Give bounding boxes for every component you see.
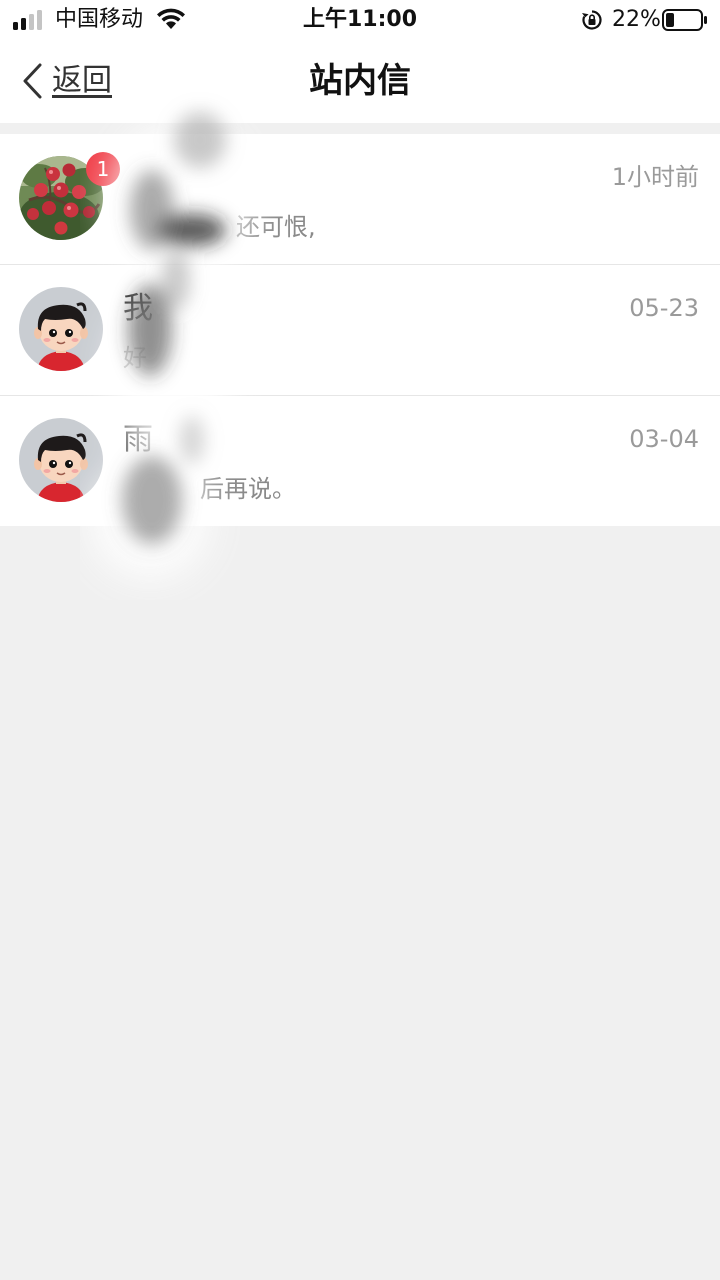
avatar-wrap: 1 — [19, 152, 120, 242]
message-preview-text: 还可恨, — [236, 213, 316, 241]
status-bar: 中国移动 上午11:00 22% — [0, 0, 720, 40]
message-item[interactable]: 我 05-23 好 — [0, 265, 720, 396]
message-preview-text: 后再说。 — [200, 475, 296, 503]
message-preview: 后再说。 — [200, 472, 296, 506]
message-list: 1 1小时前 还可恨, 我 05-23 好 雨 03-04 后再说。 — [0, 134, 720, 526]
message-time: 03-04 — [629, 425, 699, 453]
message-item[interactable]: 1 1小时前 还可恨, — [0, 134, 720, 265]
unread-badge: 1 — [86, 152, 120, 186]
avatar[interactable] — [19, 287, 103, 371]
sender-name: 我 — [123, 291, 153, 326]
message-item[interactable]: 雨 03-04 后再说。 — [0, 396, 720, 526]
message-time: 05-23 — [629, 294, 699, 322]
nav-bar: 返回 站内信 — [0, 40, 720, 123]
message-preview: 还可恨, — [236, 210, 316, 244]
avatar[interactable] — [19, 418, 103, 502]
battery-percent: 22% — [612, 7, 661, 32]
avatar-wrap — [19, 418, 105, 504]
message-preview: 好 — [123, 344, 147, 372]
avatar-wrap — [19, 287, 105, 373]
page-title: 站内信 — [309, 61, 411, 101]
message-time: 1小时前 — [611, 163, 699, 191]
sender-name: 雨 — [123, 422, 153, 457]
app-screen: 中国移动 上午11:00 22% 返回 站内信 1 1小时前 还可恨, 我 05… — [0, 0, 720, 1280]
cartoon-boy-avatar-icon — [19, 287, 103, 371]
rotation-lock-icon — [582, 10, 602, 30]
battery-icon — [662, 9, 707, 31]
cartoon-boy-avatar-icon — [19, 418, 103, 502]
